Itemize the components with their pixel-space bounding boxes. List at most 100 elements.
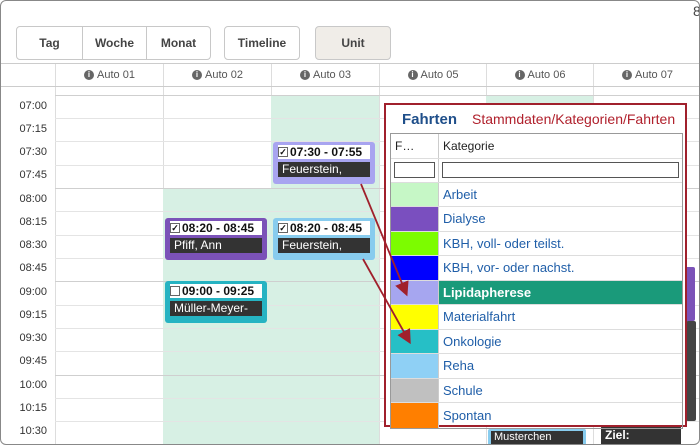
event-name: Müller-Meyer- bbox=[170, 301, 262, 316]
category-label: KBH, voll- oder teilst. bbox=[443, 235, 565, 251]
category-popup: Fahrten Stammdaten/Kategorien/Fahrten F…… bbox=[384, 103, 687, 429]
color-swatch bbox=[391, 305, 439, 329]
event-time: ✓ 08:20 - 08:45 bbox=[170, 221, 262, 235]
timeline-view-button[interactable]: Timeline bbox=[224, 26, 300, 60]
event-name: Musterchen bbox=[491, 431, 583, 444]
hour-line bbox=[55, 95, 699, 96]
category-label: Schule bbox=[443, 382, 483, 398]
appointment-event[interactable]: ✓ 07:30 - 07:55 Feuerstein, bbox=[273, 142, 375, 184]
column-label: Auto 06 bbox=[527, 69, 566, 81]
column-header[interactable]: i Auto 01 bbox=[55, 64, 163, 86]
category-label: Spontan bbox=[443, 407, 492, 423]
filter-row bbox=[391, 158, 682, 183]
popup-title: Fahrten bbox=[402, 111, 458, 128]
column-header[interactable]: i Auto 07 bbox=[593, 64, 699, 86]
category-row[interactable]: Schule bbox=[391, 378, 682, 403]
column-header[interactable]: i Auto 02 bbox=[163, 64, 271, 86]
month-view-button[interactable]: Monat bbox=[146, 26, 211, 60]
checkbox-unchecked-icon[interactable] bbox=[170, 286, 180, 296]
scheduler-window: Tag Woche Monat Timeline Unit 8 iAuto 01… bbox=[0, 0, 700, 445]
time-label: 10:00 bbox=[19, 379, 47, 391]
checkbox-checked-icon[interactable]: ✓ bbox=[278, 223, 288, 233]
time-label: 09:00 bbox=[19, 286, 47, 298]
info-icon: i bbox=[84, 70, 95, 80]
time-label: 09:15 bbox=[19, 309, 47, 321]
event-name: Feuerstein, bbox=[278, 238, 370, 253]
color-swatch bbox=[391, 231, 439, 255]
column-label: Auto 01 bbox=[97, 69, 135, 81]
info-icon: i bbox=[622, 70, 633, 80]
event-time-text: 07:30 - 07:55 bbox=[290, 145, 363, 159]
popup-breadcrumb: Stammdaten/Kategorien/Fahrten bbox=[472, 111, 676, 127]
time-label: 08:45 bbox=[19, 262, 47, 274]
event-time-text: 08:20 - 08:45 bbox=[290, 221, 363, 235]
checkbox-checked-icon[interactable]: ✓ bbox=[170, 223, 180, 233]
category-table: F… Kategorie Arbeit Dialyse KBH, voll- o… bbox=[390, 133, 683, 429]
color-swatch bbox=[391, 354, 439, 378]
info-icon: i bbox=[192, 70, 203, 80]
category-filter-input[interactable] bbox=[442, 162, 679, 178]
time-label: 08:00 bbox=[19, 193, 47, 205]
time-label: 09:45 bbox=[19, 355, 47, 367]
appointment-event-partial[interactable] bbox=[686, 321, 696, 421]
category-row[interactable]: Reha bbox=[391, 354, 682, 379]
unit-view-button[interactable]: Unit bbox=[315, 26, 391, 60]
column-header[interactable]: i Auto 05 bbox=[379, 64, 486, 86]
category-row[interactable]: Spontan bbox=[391, 403, 682, 428]
category-label: Materialfahrt bbox=[443, 309, 516, 325]
appointment-event-partial[interactable]: Musterchen bbox=[488, 429, 586, 444]
color-column-header[interactable]: F… bbox=[391, 134, 439, 158]
time-label: 10:30 bbox=[19, 425, 47, 437]
category-row-selected[interactable]: Lipidapherese bbox=[391, 280, 682, 305]
event-time: ✓ 07:30 - 07:55 bbox=[278, 145, 370, 159]
time-label: 07:45 bbox=[19, 169, 47, 181]
column-header[interactable]: i Auto 06 bbox=[486, 64, 593, 86]
time-label: 07:30 bbox=[19, 146, 47, 158]
category-row[interactable]: KBH, vor- oder nachst. bbox=[391, 256, 682, 281]
event-time-text: 09:00 - 09:25 bbox=[182, 284, 255, 298]
category-label: Dialyse bbox=[443, 211, 486, 227]
category-label: Arbeit bbox=[443, 186, 477, 202]
day-view-button[interactable]: Tag bbox=[16, 26, 83, 60]
event-time: ✓ 08:20 - 08:45 bbox=[278, 221, 370, 235]
color-filter-input[interactable] bbox=[394, 161, 435, 178]
appointment-event[interactable]: 09:00 - 09:25 Müller-Meyer- bbox=[165, 281, 267, 323]
info-icon: i bbox=[514, 70, 525, 80]
category-column-header[interactable]: Kategorie bbox=[439, 134, 682, 158]
category-row[interactable]: Arbeit bbox=[391, 182, 682, 207]
category-row[interactable]: Materialfahrt bbox=[391, 305, 682, 330]
category-label: Onkologie bbox=[443, 333, 502, 349]
event-name: Pfiff, Ann bbox=[170, 238, 262, 253]
info-icon: i bbox=[300, 70, 311, 80]
week-view-button[interactable]: Woche bbox=[82, 26, 147, 60]
color-swatch bbox=[391, 207, 439, 231]
event-name: Ziel: bbox=[605, 428, 630, 442]
color-swatch bbox=[391, 280, 439, 304]
appointment-event[interactable]: ✓ 08:20 - 08:45 Feuerstein, bbox=[273, 218, 375, 260]
category-row[interactable]: Onkologie bbox=[391, 329, 682, 354]
column-label: Auto 02 bbox=[205, 69, 243, 81]
appointment-event[interactable]: ✓ 08:20 - 08:45 Pfiff, Ann bbox=[165, 218, 267, 260]
color-swatch bbox=[391, 329, 439, 353]
column-label: Auto 07 bbox=[635, 69, 673, 81]
category-label: KBH, vor- oder nachst. bbox=[443, 260, 575, 276]
column-label: Auto 05 bbox=[420, 69, 459, 81]
color-swatch bbox=[391, 182, 439, 206]
color-swatch bbox=[391, 378, 439, 402]
time-label: 07:00 bbox=[19, 100, 47, 112]
color-swatch bbox=[391, 403, 439, 428]
time-label: 09:30 bbox=[19, 332, 47, 344]
event-time-text: 08:20 - 08:45 bbox=[182, 221, 255, 235]
appointment-event-partial[interactable]: Ziel: bbox=[601, 426, 681, 444]
checkbox-checked-icon[interactable]: ✓ bbox=[278, 147, 288, 157]
column-label: Auto 03 bbox=[313, 69, 351, 81]
category-row[interactable]: Dialyse bbox=[391, 207, 682, 232]
event-name: Feuerstein, bbox=[278, 162, 370, 177]
table-header: F… Kategorie bbox=[391, 134, 682, 159]
time-label: 08:15 bbox=[19, 216, 47, 228]
category-row[interactable]: KBH, voll- oder teilst. bbox=[391, 231, 682, 256]
time-label: 07:15 bbox=[19, 123, 47, 135]
time-label: 08:30 bbox=[19, 239, 47, 251]
column-header[interactable]: i Auto 03 bbox=[271, 64, 379, 86]
info-icon: i bbox=[407, 70, 418, 80]
